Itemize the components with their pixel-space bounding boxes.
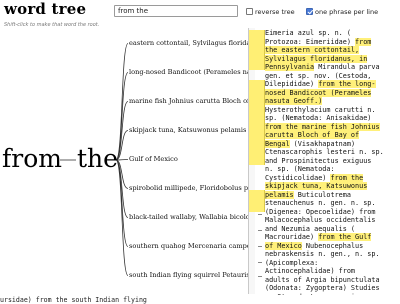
panel-highlight-text: Sylvilagus floridanus, in	[265, 54, 368, 63]
panel-highlight-text: pelamis	[265, 190, 294, 199]
source-text-panel: Eimeria azul sp. n. (Protozoa: Eimeriida…	[265, 29, 400, 295]
panel-line: on Stenoductus penneri gen.	[265, 293, 400, 296]
panel-highlight-text: nosed Bandicoot (Perameles	[265, 88, 372, 97]
panel-text-segment: (Digenea: Opecoelidae)	[265, 207, 360, 216]
panel-text-segment: adults of Argia bipunctulata	[265, 275, 380, 284]
panel-highlight-marker	[249, 80, 265, 165]
panel-text-segment: on Stenoductus penneri gen.	[265, 293, 376, 296]
panel-tick	[258, 276, 262, 277]
panel-text-segment: stenauchenus n. gen. n. sp.	[265, 199, 376, 207]
panel-line: Sylvilagus floridanus, in	[265, 54, 400, 64]
panel-text-segment: (Odonata: Zygoptera) Studies	[265, 284, 380, 292]
panel-line: nosed Bandicoot (Perameles	[265, 88, 400, 98]
panel-line: from the marine fish Johnius	[265, 122, 400, 132]
panel-text-segment: Cystidicolidae)	[265, 173, 331, 182]
panel-text-segment: Macrouridae)	[265, 233, 319, 241]
panel-line: of Mexico Nubenocephalus	[265, 241, 400, 251]
panel-highlight-text: skipjack tuna, Katsuwonus	[265, 182, 368, 190]
panel-line: Pennsylvania Mirandula parva	[265, 63, 400, 72]
panel-text-segment: Eimeria azul sp. n. (	[265, 29, 351, 37]
panel-text-segment: Buticulotrema	[293, 190, 351, 199]
panel-text-segment: Ctenascarophis lesteri n. sp.	[265, 148, 384, 156]
tree-branch[interactable]: Gulf of Mexico	[129, 155, 249, 164]
panel-highlight-text: nasuta Geoff.)	[265, 97, 323, 105]
panel-line: Eimeria azul sp. n. (	[265, 29, 400, 38]
panel-text-segment: Dilepididae)	[265, 80, 319, 88]
panel-text-segment: and Nezumia aequalis (	[265, 224, 356, 233]
tree-branch[interactable]: marine fish Johnius carutta Bloch of Bay…	[129, 97, 249, 106]
panel-line: Cystidicolidae) from the	[265, 173, 400, 183]
panel-text-segment: and Prospinitectus exiguus	[265, 156, 372, 165]
panel-text-segment: (Apicomplexa:	[265, 258, 319, 267]
panel-highlight-text: the eastern cottontail,	[265, 46, 360, 54]
tree-branch[interactable]: black-tailed wallaby, Wallabia bicolor (…	[129, 213, 249, 222]
panel-text-segment: Mirandula parva	[314, 63, 380, 71]
panel-line: Dilepididae) from the long-	[265, 80, 400, 89]
panel-line: Malacocephalus occidentalis	[265, 216, 400, 225]
panel-line: sp. (Nematoda: Anisakidae)	[265, 114, 400, 123]
panel-tick	[258, 214, 262, 215]
panel-line: and Nezumia aequalis (	[265, 225, 400, 234]
panel-text-segment: Malacocephalus occidentalis	[265, 216, 376, 224]
panel-line: (Odonata: Zygoptera) Studies	[265, 284, 400, 293]
tree-branch[interactable]: skipjack tuna, Katsuwonus pelamis	[129, 126, 249, 135]
panel-line: nebraskensis n. gen., n. sp.	[265, 250, 400, 259]
panel-highlight-text: of Mexico	[265, 241, 302, 250]
panel-highlight-marker	[249, 190, 265, 212]
tree-second-word[interactable]: the	[77, 144, 118, 174]
panel-highlight-text: from the marine fish Johnius	[265, 122, 380, 131]
tree-branch[interactable]: long-nosed Bandicoot (Perameles nasuta G…	[129, 68, 249, 77]
panel-highlight-marker	[249, 30, 265, 70]
panel-line: skipjack tuna, Katsuwonus	[265, 182, 400, 191]
panel-line: stenauchenus n. gen. n. sp.	[265, 199, 400, 208]
panel-highlight-text: from	[355, 37, 372, 46]
panel-line: gen. et sp. nov. (Cestoda,	[265, 72, 400, 81]
panel-line: (Digenea: Opecoelidae) from	[265, 208, 400, 217]
bottom-text-line: ursidae) from the south Indian flying	[0, 296, 400, 304]
panel-highlight-text: Pennsylvania	[265, 63, 315, 71]
panel-line: Protozoa: Eimeriidae) from	[265, 37, 400, 47]
panel-line: Bengal (Visakhapatnam)	[265, 139, 400, 149]
panel-text-segment: Nubenocephalus	[301, 241, 364, 250]
panel-line: Macrouridae) from the Gulf	[265, 233, 400, 242]
panel-text-segment: gen. et sp. nov. (Cestoda,	[265, 71, 372, 80]
connector-branch	[115, 43, 129, 161]
panel-line: Hysterothylacium carutti n.	[265, 106, 400, 115]
panel-highlight-text: from the	[330, 173, 364, 182]
panel-line: Actinocephalidae) from	[265, 267, 400, 276]
tree-branch[interactable]: south Indian flying squirrel Petaurista …	[129, 271, 249, 280]
panel-text-segment: n. sp. (Nematoda:	[265, 165, 335, 173]
tree-root-word[interactable]: from	[2, 144, 62, 174]
panel-line: nasuta Geoff.)	[265, 97, 400, 106]
tree-branch[interactable]: spirobolid millipede, Floridobolus penne…	[129, 184, 249, 193]
panel-text-segment: from	[359, 207, 376, 216]
panel-line: Ctenascarophis lesteri n. sp.	[265, 148, 400, 157]
panel-text-segment: nebraskensis n. gen., n. sp.	[265, 250, 380, 258]
panel-line: the eastern cottontail,	[265, 46, 400, 55]
panel-tick	[258, 246, 262, 247]
panel-highlight-text: Bengal	[265, 139, 290, 148]
panel-tick	[258, 230, 262, 231]
panel-text-segment: Protozoa: Eimeriidae)	[265, 37, 356, 46]
connector-branch	[115, 159, 129, 276]
panel-highlight-text: from the long-	[318, 80, 376, 88]
panel-highlight-text: from the Gulf	[318, 233, 372, 241]
panel-tick	[258, 262, 262, 263]
panel-line: n. sp. (Nematoda:	[265, 165, 400, 174]
panel-text-segment: sp. (Nematoda: Anisakidae)	[265, 114, 372, 122]
panel-line: carutta Bloch of Bay of	[265, 131, 400, 140]
panel-line: and Prospinitectus exiguus	[265, 157, 400, 166]
panel-text-segment: (Visakhapatnam)	[289, 139, 356, 148]
panel-highlight-text: carutta Bloch of Bay of	[265, 131, 360, 139]
tree-branch[interactable]: eastern cottontail, Sylvilagus floridanu…	[129, 39, 249, 48]
panel-line: adults of Argia bipunctulata	[265, 276, 400, 285]
panel-text-segment: Actinocephalidae) from	[265, 267, 356, 275]
panel-line: (Apicomplexa:	[265, 259, 400, 268]
tree-branch[interactable]: southern quahog Mercenaria campechiensis	[129, 242, 249, 251]
panel-line: pelamis Buticulotrema	[265, 190, 400, 200]
panel-text-segment: Hysterothylacium carutti n.	[265, 105, 376, 114]
